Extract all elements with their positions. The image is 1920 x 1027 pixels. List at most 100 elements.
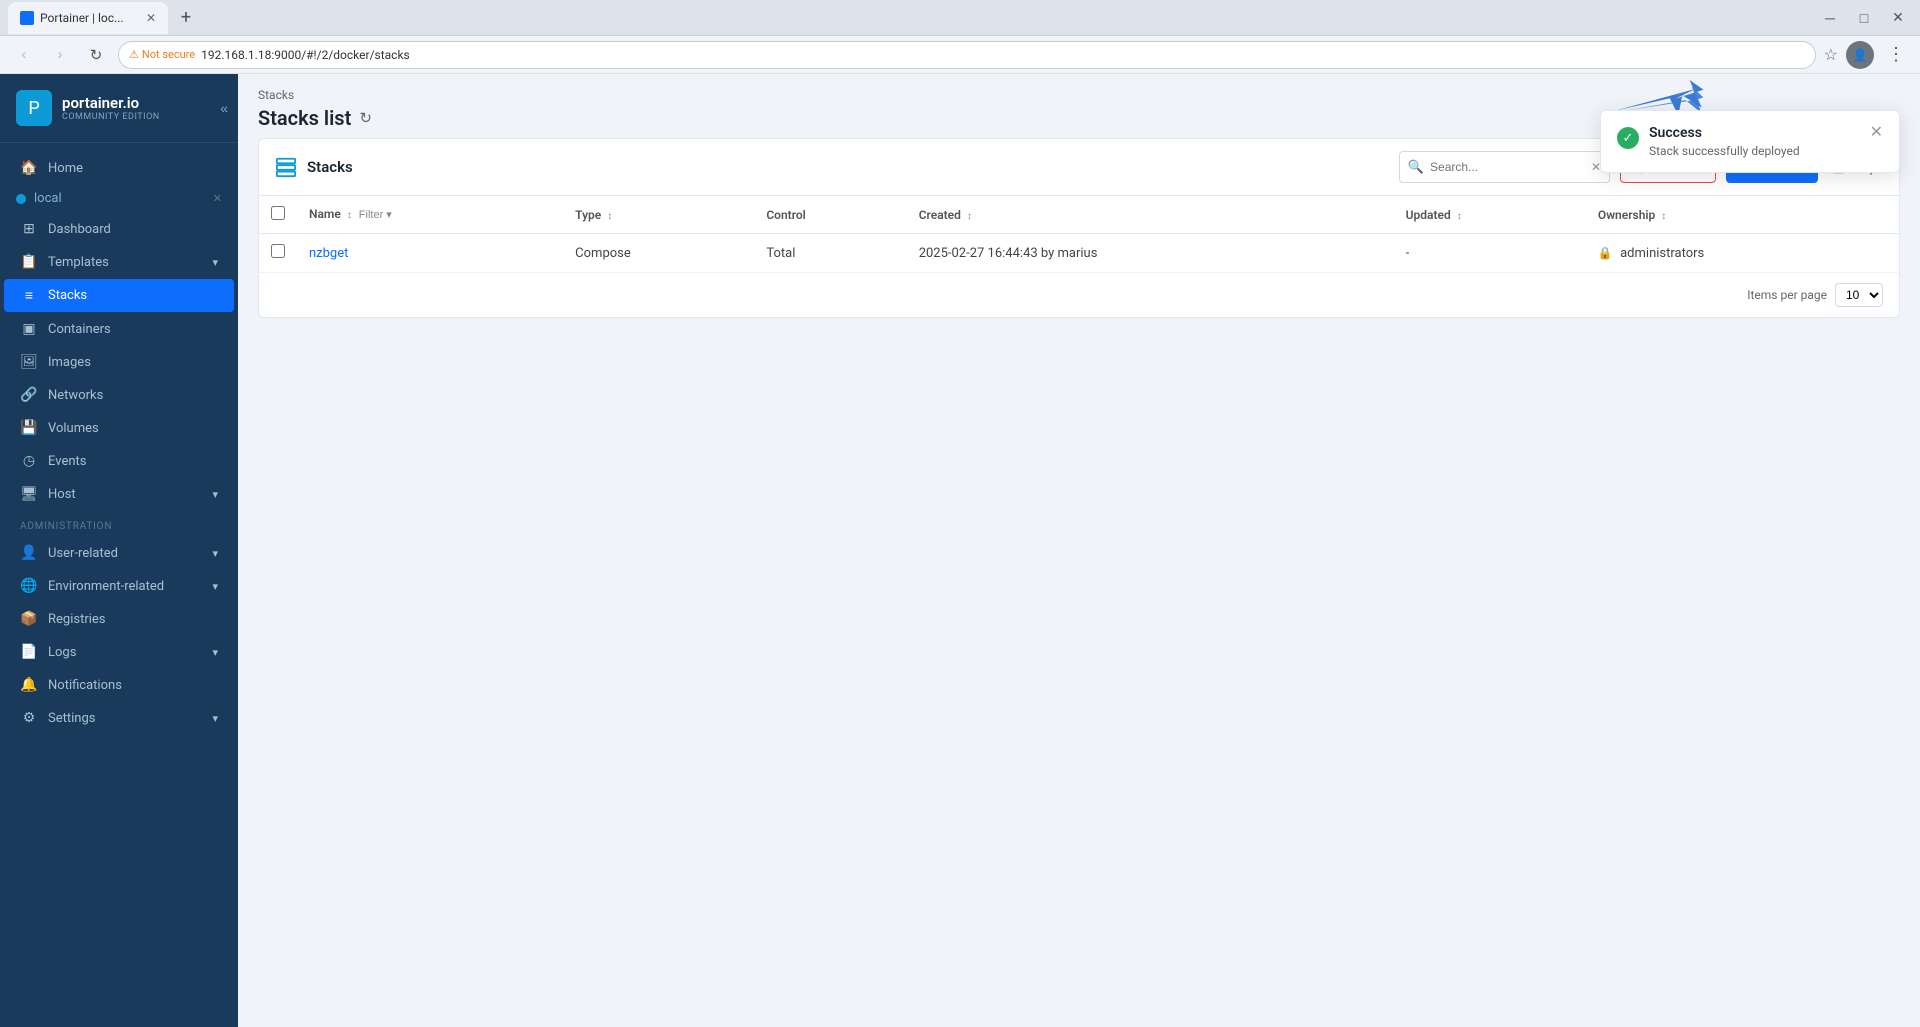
logo-edition: COMMUNITY EDITION xyxy=(62,112,160,122)
window-controls: ─ □ ✕ xyxy=(1816,4,1912,32)
address-bar[interactable]: ⚠ Not secure 192.168.1.18:9000/#!/2/dock… xyxy=(118,41,1816,69)
sidebar-item-containers[interactable]: ▣ Containers xyxy=(4,313,234,345)
row-checkbox[interactable] xyxy=(271,244,285,258)
sidebar-item-label: Templates xyxy=(48,255,109,270)
bookmark-button[interactable]: ☆ xyxy=(1824,45,1838,64)
items-per-page-select[interactable]: 10 25 50 xyxy=(1835,283,1883,307)
tab-favicon xyxy=(20,11,34,25)
logo-name: portainer.io xyxy=(62,94,160,112)
sidebar-item-host[interactable]: 🖥 Host ▾ xyxy=(4,478,234,510)
toast-message: Stack successfully deployed xyxy=(1649,144,1860,158)
tab-title: Portainer | loc... xyxy=(40,11,124,25)
sidebar-collapse-button[interactable]: « xyxy=(220,100,228,116)
containers-icon: ▣ xyxy=(20,321,38,337)
sidebar-item-stacks[interactable]: ≡ Stacks xyxy=(4,279,234,312)
col-control-label: Control xyxy=(766,208,805,222)
stack-name-link[interactable]: nzbget xyxy=(309,246,348,261)
sidebar-item-label: Networks xyxy=(48,388,103,403)
sort-name-icon[interactable]: ↕ xyxy=(347,210,352,221)
maximize-button[interactable]: □ xyxy=(1850,4,1878,32)
sidebar-item-images[interactable]: 🖼 Images xyxy=(4,346,234,378)
stacks-table: Name ↕ Filter ▾ Type ↕ Control Created xyxy=(259,196,1899,273)
sidebar-navigation: 🏠 Home local ✕ ⊞ Dashboard 📋 Templates ▾… xyxy=(0,143,238,1027)
forward-button[interactable]: › xyxy=(46,41,74,69)
tab-close-button[interactable]: ✕ xyxy=(146,11,156,25)
dashboard-icon: ⊞ xyxy=(20,221,38,237)
sidebar-item-user-related[interactable]: 👤 User-related ▾ xyxy=(4,537,234,569)
table-body: nzbget Compose Total 2025-02-27 16:44:43… xyxy=(259,234,1899,273)
search-box[interactable]: 🔍 ✕ xyxy=(1399,151,1610,183)
sidebar-item-settings[interactable]: ⚙ Settings ▾ xyxy=(4,702,234,734)
browser-menu-button[interactable]: ⋮ xyxy=(1882,44,1910,65)
not-secure-label: Not secure xyxy=(142,48,195,61)
profile-button[interactable]: 👤 xyxy=(1846,41,1874,69)
sidebar-item-home[interactable]: 🏠 Home xyxy=(4,152,234,184)
sidebar-item-label: Volumes xyxy=(48,421,99,436)
warning-icon: ⚠ xyxy=(129,48,139,61)
toast-content: Success Stack successfully deployed xyxy=(1649,125,1860,158)
chevron-down-icon: ▾ xyxy=(212,712,218,725)
close-button[interactable]: ✕ xyxy=(1884,4,1912,32)
row-ownership: 🔒 administrators xyxy=(1586,234,1899,273)
col-type: Type ↕ xyxy=(563,196,754,234)
page-title: Stacks list xyxy=(258,106,351,130)
sort-ownership-icon[interactable]: ↕ xyxy=(1661,211,1666,222)
reload-button[interactable]: ↻ xyxy=(82,41,110,69)
select-all-checkbox[interactable] xyxy=(271,206,285,220)
sidebar-item-dashboard[interactable]: ⊞ Dashboard xyxy=(4,213,234,245)
new-tab-button[interactable]: + xyxy=(172,4,200,32)
events-icon: ◷ xyxy=(20,453,38,469)
sort-type-icon[interactable]: ↕ xyxy=(607,211,612,222)
sidebar-logo: P portainer.io COMMUNITY EDITION « xyxy=(0,74,238,143)
main-content: Stacks Stacks list ↻ Stacks 🔍 xyxy=(238,74,1920,1027)
sidebar-item-events[interactable]: ◷ Events xyxy=(4,445,234,477)
sort-created-icon[interactable]: ↕ xyxy=(967,211,972,222)
sidebar: P portainer.io COMMUNITY EDITION « 🏠 Hom… xyxy=(0,74,238,1027)
home-label: Home xyxy=(48,161,83,176)
local-label: local xyxy=(34,191,62,206)
minimize-button[interactable]: ─ xyxy=(1816,4,1844,32)
back-button[interactable]: ‹ xyxy=(10,41,38,69)
col-updated: Updated ↕ xyxy=(1394,196,1586,234)
address-text: 192.168.1.18:9000/#!/2/docker/stacks xyxy=(201,48,410,62)
col-name-label: Name xyxy=(309,207,341,221)
settings-icon: ⚙ xyxy=(20,710,38,726)
sidebar-item-networks[interactable]: 🔗 Networks xyxy=(4,379,234,411)
sidebar-item-volumes[interactable]: 💾 Volumes xyxy=(4,412,234,444)
col-type-label: Type xyxy=(575,208,601,222)
active-tab[interactable]: Portainer | loc... ✕ xyxy=(8,2,168,34)
refresh-button[interactable]: ↻ xyxy=(359,109,372,127)
search-icon: 🔍 xyxy=(1408,160,1424,175)
environment-icon: 🌐 xyxy=(20,578,38,594)
sidebar-item-label: Registries xyxy=(48,612,106,627)
filter-button[interactable]: Filter ▾ xyxy=(355,206,396,223)
chevron-down-icon: ▾ xyxy=(212,547,218,560)
search-input[interactable] xyxy=(1430,160,1585,174)
col-created-label: Created xyxy=(919,208,961,222)
table-header-row: Name ↕ Filter ▾ Type ↕ Control Created xyxy=(259,196,1899,234)
sidebar-item-registries[interactable]: 📦 Registries xyxy=(4,603,234,635)
sort-updated-icon[interactable]: ↕ xyxy=(1457,211,1462,222)
toast-close-button[interactable]: ✕ xyxy=(1870,125,1883,141)
sidebar-item-label: Notifications xyxy=(48,678,122,693)
images-icon: 🖼 xyxy=(20,354,38,370)
col-ownership: Ownership ↕ xyxy=(1586,196,1899,234)
row-control: Total xyxy=(754,234,906,273)
row-created: 2025-02-27 16:44:43 by marius xyxy=(907,234,1394,273)
sidebar-item-notifications[interactable]: 🔔 Notifications xyxy=(4,669,234,701)
card-title: Stacks xyxy=(307,158,1389,176)
chevron-down-icon: ▾ xyxy=(212,580,218,593)
toast-title: Success xyxy=(1649,125,1860,141)
app-layout: P portainer.io COMMUNITY EDITION « 🏠 Hom… xyxy=(0,74,1920,1027)
row-updated: - xyxy=(1394,234,1586,273)
sidebar-item-logs[interactable]: 📄 Logs ▾ xyxy=(4,636,234,668)
sidebar-local-env[interactable]: local ✕ xyxy=(0,185,238,212)
sidebar-item-environment-related[interactable]: 🌐 Environment-related ▾ xyxy=(4,570,234,602)
local-close-icon[interactable]: ✕ xyxy=(213,192,222,205)
user-related-icon: 👤 xyxy=(20,545,38,561)
local-status-dot xyxy=(16,194,26,204)
tab-container: Portainer | loc... ✕ + xyxy=(8,2,200,34)
stacks-icon: ≡ xyxy=(20,287,38,304)
logo-text: portainer.io COMMUNITY EDITION xyxy=(62,94,160,122)
sidebar-item-templates[interactable]: 📋 Templates ▾ xyxy=(4,246,234,278)
